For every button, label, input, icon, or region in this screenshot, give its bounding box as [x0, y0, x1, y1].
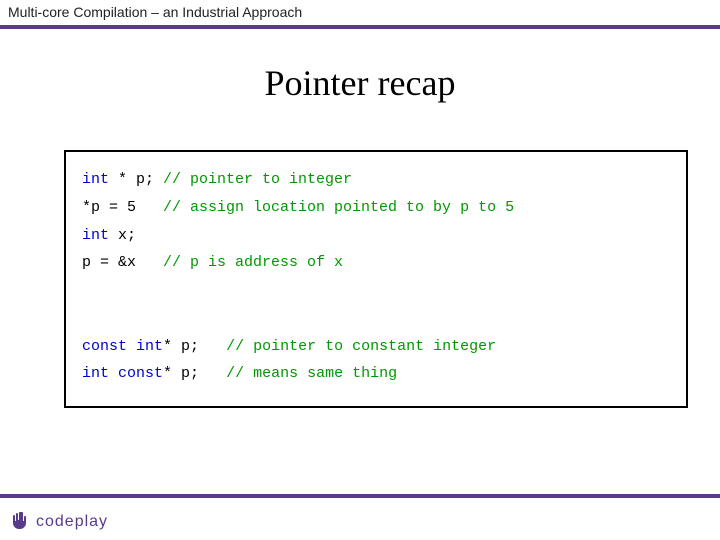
- code-text: *p = 5: [82, 199, 163, 216]
- code-keyword: const: [118, 365, 163, 382]
- code-box: int * p; // pointer to integer *p = 5 //…: [64, 150, 688, 408]
- code-comment: // pointer to integer: [163, 171, 352, 188]
- code-text: p = &x: [82, 254, 163, 271]
- header-rule: [0, 25, 720, 29]
- code-text: * p;: [163, 365, 226, 382]
- code-comment: // means same thing: [226, 365, 397, 382]
- code-comment: // assign location pointed to by p to 5: [163, 199, 514, 216]
- code-keyword: int: [136, 338, 163, 355]
- code-text: [127, 338, 136, 355]
- logo: codeplay: [8, 510, 108, 534]
- code-comment: // pointer to constant integer: [226, 338, 496, 355]
- code-text: [109, 365, 118, 382]
- footer-rule: [0, 494, 720, 498]
- logo-text: codeplay: [36, 513, 108, 531]
- slide-header: Multi-core Compilation – an Industrial A…: [8, 4, 302, 20]
- hand-icon: [8, 510, 32, 534]
- slide-title: Pointer recap: [0, 62, 720, 104]
- code-text: * p;: [109, 171, 163, 188]
- code-keyword: const: [82, 338, 127, 355]
- code-keyword: int: [82, 365, 109, 382]
- code-text: * p;: [163, 338, 226, 355]
- code-keyword: int: [82, 227, 109, 244]
- slide: Multi-core Compilation – an Industrial A…: [0, 0, 720, 540]
- code-text: x;: [109, 227, 136, 244]
- code-keyword: int: [82, 171, 109, 188]
- code-comment: // p is address of x: [163, 254, 343, 271]
